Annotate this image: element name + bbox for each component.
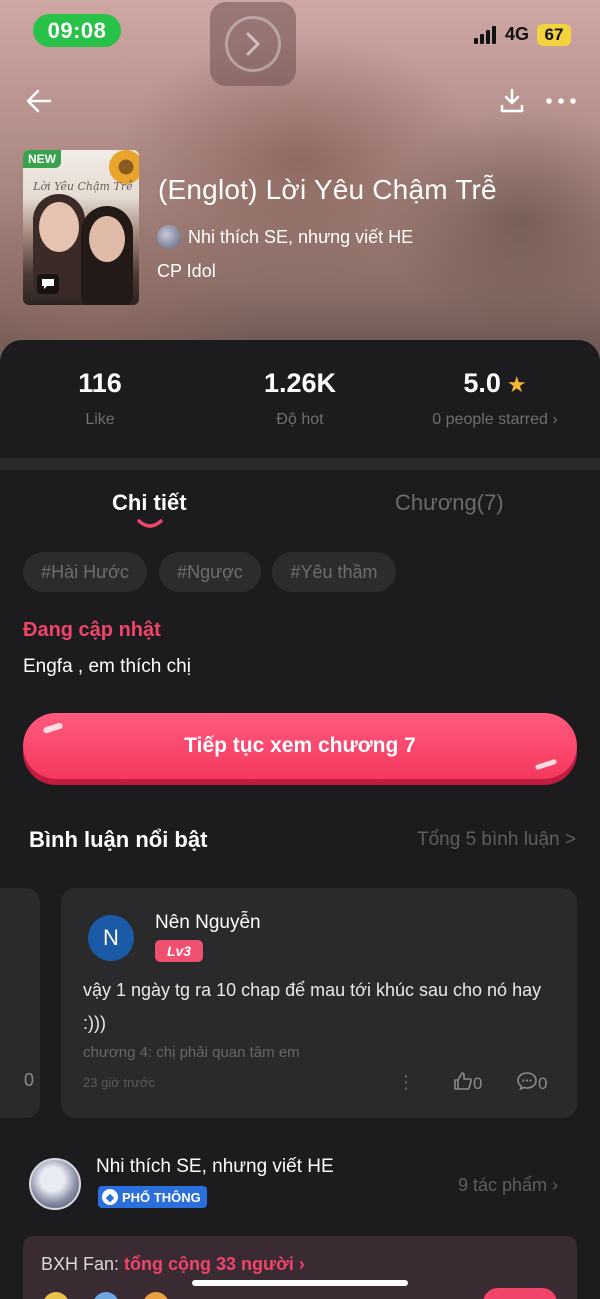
diamond-icon: ◆ (102, 1189, 118, 1205)
star-icon: ★ (506, 372, 527, 397)
stat-label: Like (85, 411, 115, 428)
comment-chapter[interactable]: chương 4: chị phải quan tâm em (83, 1044, 300, 1061)
comment-card-previous[interactable]: 0 (0, 888, 40, 1118)
story-header: 09:08 4G 67 Lời Yêu Chậm Trễ NEW (Englot… (0, 0, 600, 360)
stat-value: 5.0 (463, 368, 501, 398)
fan-support-button[interactable] (483, 1288, 557, 1299)
fan-ranking-label: BXH Fan: (41, 1254, 120, 1274)
comments-section-title: Bình luận nổi bật (29, 827, 208, 852)
story-title: (Englot) Lời Yêu Chậm Trễ (158, 174, 497, 205)
fan-ranking-total[interactable]: tổng cộng 33 người › (124, 1254, 305, 1274)
fan-avatar[interactable] (93, 1292, 119, 1299)
commenter-name[interactable]: Nên Nguyễn (155, 912, 261, 934)
stat-label: Độ hot (276, 411, 324, 428)
battery-icon: 67 (537, 24, 571, 46)
cover-title-art: Lời Yêu Chậm Trễ (33, 180, 133, 193)
chevron-right-icon (225, 16, 281, 72)
status-bar: 09:08 4G 67 (0, 0, 600, 86)
author-link[interactable]: Nhi thích SE, nhưng viết HE (157, 224, 413, 250)
chat-bubble-icon (37, 274, 59, 294)
more-options-icon[interactable] (544, 86, 578, 116)
forward-shortcut-button[interactable] (210, 2, 296, 86)
status-time: 09:08 (33, 14, 121, 47)
shine-decoration (534, 758, 558, 771)
story-description: Engfa , em thích chị (23, 656, 191, 677)
vertical-dots-icon[interactable]: ⋮ (397, 1072, 415, 1093)
story-cover[interactable]: Lời Yêu Chậm Trễ NEW (23, 150, 139, 305)
tab-detail[interactable]: Chi tiết (112, 490, 187, 516)
sunflower-decoration (109, 150, 139, 184)
stat-value: 116 (78, 368, 122, 398)
stat-label: 0 people starred › (432, 411, 558, 428)
divider (0, 458, 600, 470)
stat-likes: 116 Like (0, 368, 200, 429)
cover-figure-face (39, 202, 79, 252)
tab-indicator (136, 516, 164, 532)
continue-reading-label: Tiếp tục xem chương 7 (184, 734, 416, 757)
stat-hot: 1.26K Độ hot (200, 368, 400, 429)
fan-avatar[interactable] (43, 1292, 69, 1299)
home-indicator[interactable] (192, 1280, 408, 1286)
tag-chip[interactable]: #Ngược (159, 552, 261, 592)
continue-reading-button[interactable]: Tiếp tục xem chương 7 (23, 713, 577, 779)
author-name[interactable]: Nhi thích SE, nhưng viết HE (96, 1156, 334, 1178)
reply-button[interactable]: 0 (516, 1071, 547, 1096)
fan-avatar[interactable] (143, 1292, 169, 1299)
cover-figure-face (89, 216, 125, 262)
author-tier-badge: ◆ PHỔ THÔNG (98, 1186, 207, 1208)
tab-chapters[interactable]: Chương(7) (395, 490, 504, 516)
comment-count: 0 (23, 1070, 34, 1090)
stat-rating[interactable]: 5.0 ★ 0 people starred › (395, 368, 595, 429)
story-category[interactable]: CP Idol (157, 261, 216, 282)
network-label: 4G (505, 24, 530, 44)
comment-text: vậy 1 ngày tg ra 10 chap để mau tới khúc… (83, 980, 542, 1033)
new-badge: NEW (23, 150, 61, 168)
stat-value: 1.26K (263, 368, 337, 398)
reply-count: 0 (538, 1073, 548, 1093)
commenter-avatar[interactable]: N (88, 915, 134, 961)
all-comments-link[interactable]: Tổng 5 bình luận > (417, 829, 576, 851)
back-arrow-icon[interactable] (24, 86, 54, 116)
stats-panel: 116 Like 1.26K Độ hot 5.0 ★ 0 people star… (0, 340, 600, 458)
author-tier-label: PHỔ THÔNG (122, 1189, 201, 1205)
like-button[interactable]: 0 (453, 1071, 482, 1096)
fan-ranking-card[interactable]: BXH Fan: tổng cộng 33 người › (23, 1236, 577, 1299)
shine-decoration (42, 722, 64, 734)
thumbs-up-icon (453, 1071, 473, 1096)
author-name: Nhi thích SE, nhưng viết HE (188, 226, 414, 247)
like-count: 0 (473, 1073, 483, 1093)
tag-chip[interactable]: #Yêu thầm (272, 552, 396, 592)
comment-card[interactable]: N Nên Nguyễn Lv3 vậy 1 ngày tg ra 10 cha… (61, 888, 577, 1118)
signal-icon (474, 26, 498, 44)
fan-ranking-text: BXH Fan: tổng cộng 33 người › (41, 1254, 305, 1275)
author-avatar-small (157, 225, 181, 249)
chat-bubble-icon (516, 1071, 538, 1096)
author-avatar[interactable] (29, 1158, 81, 1210)
comment-time: 23 giờ trước (83, 1075, 155, 1090)
level-badge: Lv3 (155, 940, 203, 962)
author-works-link[interactable]: 9 tác phẩm › (458, 1175, 558, 1196)
tag-chip[interactable]: #Hài Hước (23, 552, 147, 592)
update-status: Đang cập nhật (23, 619, 161, 641)
download-icon[interactable] (497, 86, 527, 116)
